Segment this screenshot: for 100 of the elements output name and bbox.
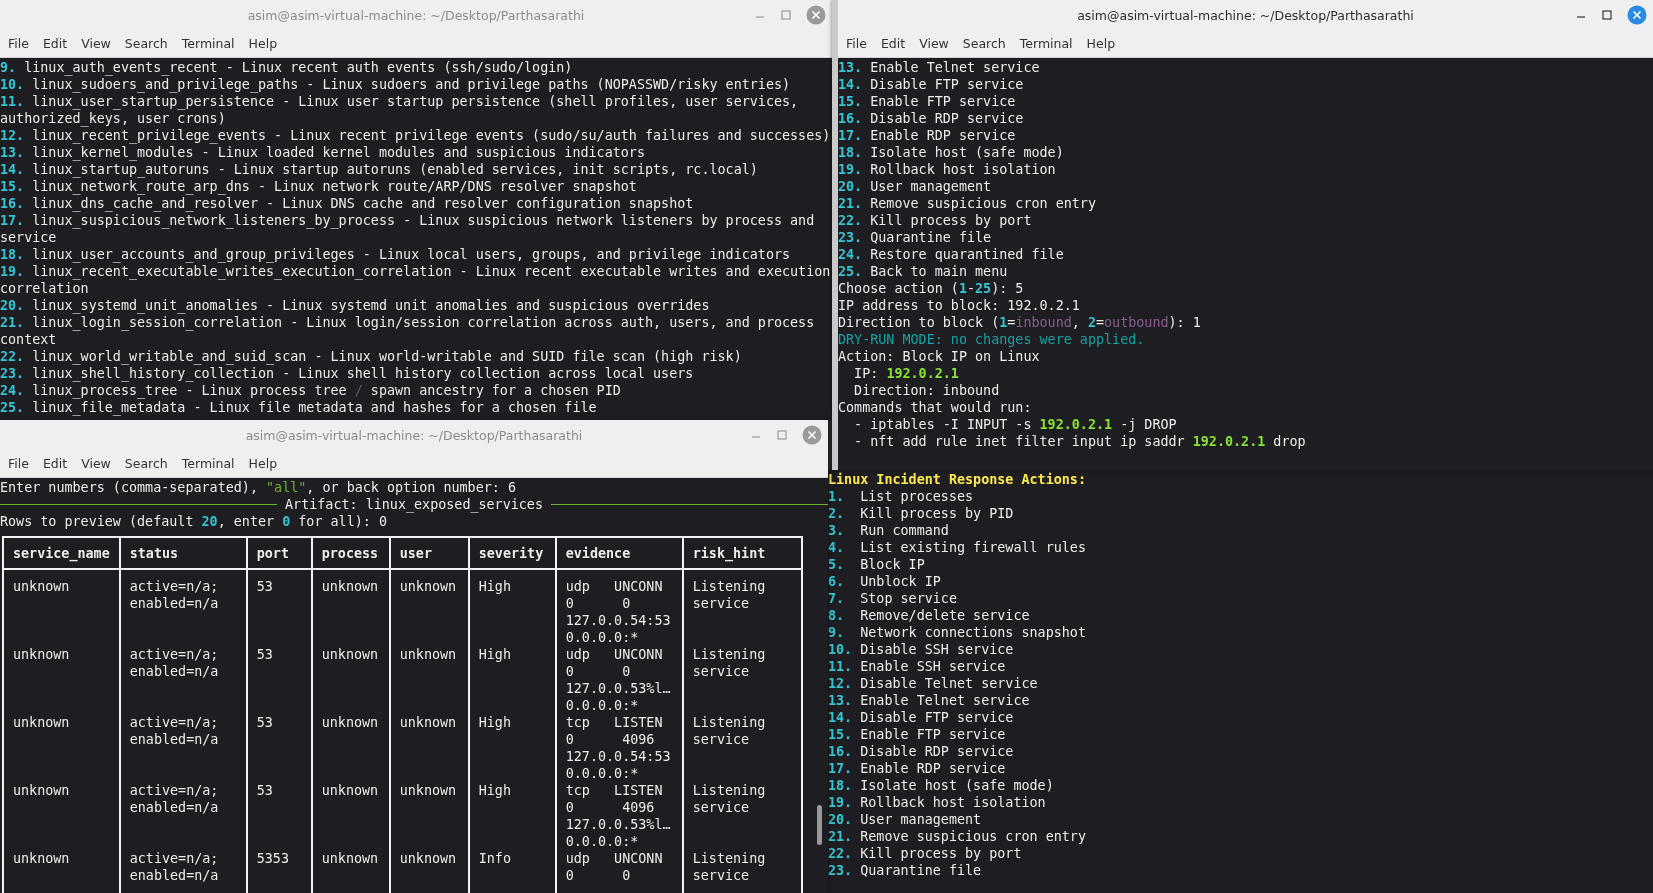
terminal-line: 2. Kill process by PID <box>828 505 1015 522</box>
terminal-line: 15. Enable FTP service <box>838 93 1017 110</box>
terminal-line: 8. Remove/delete service <box>828 607 1031 624</box>
terminal-line: 19. Rollback host isolation <box>828 794 1047 811</box>
terminal-line: 21. linux_login_session_correlation - Linux login/session correlation across auth, users, and process <box>0 314 816 331</box>
close-button[interactable] <box>806 5 826 25</box>
terminal-line: 23. linux_shell_history_collection - Linux shell history collection across local users <box>0 365 695 382</box>
column-header: process <box>311 537 390 569</box>
menu-item[interactable]: Help <box>242 34 284 53</box>
terminal-line: 13. linux_kernel_modules - Linux loaded kernel modules and suspicious indicators <box>0 144 646 161</box>
terminal-line: 13. Enable Telnet service <box>828 692 1031 709</box>
terminal-line: 20. User management <box>838 178 993 195</box>
table-cell: 5353 <box>246 850 312 893</box>
close-button[interactable] <box>802 425 822 445</box>
terminal-line: Commands that would run: <box>838 399 1033 416</box>
table-cell: High <box>468 714 556 782</box>
terminal-line: 11. linux_user_startup_persistence - Linux user startup persistence (shell profiles, user services, <box>0 93 800 110</box>
menu-item[interactable]: Help <box>242 454 284 473</box>
terminal-line: 7. Stop service <box>828 590 958 607</box>
table-cell: 53 <box>246 714 312 782</box>
terminal-line: - iptables -I INPUT -s 192.0.2.1 -j DROP <box>853 416 1178 433</box>
table-cell: 53 <box>246 646 312 714</box>
table-cell: unknown <box>389 850 469 893</box>
table-cell: High <box>468 569 556 646</box>
terminal-line: 17. Enable RDP service <box>838 127 1017 144</box>
menu-item[interactable]: Search <box>118 34 174 53</box>
menu-item[interactable]: File <box>2 454 35 473</box>
terminal-line: 21. Remove suspicious cron entry <box>838 195 1097 212</box>
table-cell: High <box>468 646 556 714</box>
maximize-button[interactable] <box>1601 9 1613 21</box>
terminal-line: 24. linux_process_tree - Linux process tree / spawn ancestry for a chosen PID <box>0 382 622 399</box>
terminal-line: Action: Block IP on Linux <box>838 348 1041 365</box>
terminal-line: 5. Block IP <box>828 556 926 573</box>
terminal-line: 12. linux_recent_privilege_events - Linux recent privilege events (sudo/su/auth failures and successes) <box>0 127 832 144</box>
terminal-line: 16. linux_dns_cache_and_resolver - Linux DNS cache and resolver configuration snapshot <box>0 195 695 212</box>
terminal-line: authorized_keys, user crons) <box>0 110 227 127</box>
close-button[interactable] <box>1627 5 1647 25</box>
table-cell: Listening service <box>682 569 802 646</box>
column-header: service_name <box>3 537 120 569</box>
table-cell: unknown <box>311 569 390 646</box>
table-cell: unknown <box>3 646 120 714</box>
terminal-line: DRY-RUN MODE: no changes were applied. <box>838 331 1146 348</box>
terminal-line: 15. linux_network_route_arp_dns - Linux network route/ARP/DNS resolver snapshot <box>0 178 638 195</box>
menu-item[interactable]: File <box>2 34 35 53</box>
terminal-line: 11. Enable SSH service <box>828 658 1007 675</box>
terminal-line: 19. Rollback host isolation <box>838 161 1057 178</box>
table-cell: 53 <box>246 569 312 646</box>
menu-item[interactable]: Search <box>956 34 1012 53</box>
window-title: asim@asim-virtual-machine: ~/Desktop/Parthasarathi <box>1077 7 1414 23</box>
terminal-line: 16. Disable RDP service <box>828 743 1015 760</box>
menu-item[interactable]: File <box>840 34 873 53</box>
terminal-line: 18. Isolate host (safe mode) <box>828 777 1055 794</box>
table-cell: active=n/a; enabled=n/a <box>119 569 247 646</box>
terminal-line: Rows to preview (default 20, enter 0 for all): 0 <box>0 513 388 530</box>
terminal-line: 12. Disable Telnet service <box>828 675 1039 692</box>
table-cell: active=n/a; enabled=n/a <box>119 646 247 714</box>
terminal-line: 10. Disable SSH service <box>828 641 1015 658</box>
window-title: asim@asim-virtual-machine: ~/Desktop/Parthasarathi <box>245 427 583 443</box>
table-cell: Listening service <box>682 646 802 714</box>
terminal-line: 17. linux_suspicious_network_listeners_by_process - Linux suspicious network listeners by process and <box>0 212 816 229</box>
terminal-line: - nft add rule inet filter input ip saddr 192.0.2.1 drop <box>853 433 1307 450</box>
terminal-line: 9. linux_auth_events_recent - Linux recent auth events (ssh/sudo/login) <box>0 59 574 76</box>
terminal-line: 21. Remove suspicious cron entry <box>828 828 1087 845</box>
terminal-line: 9. Network connections snapshot <box>828 624 1087 641</box>
artifact-heading: Artifact: linux_exposed_services <box>285 496 543 513</box>
terminal-line: 10. linux_sudoers_and_privilege_paths - Linux sudoers and privilege paths (NOPASSWD/risky entries) <box>0 76 792 93</box>
column-header: risk_hint <box>682 537 802 569</box>
terminal-line: 14. linux_startup_autoruns - Linux startup autoruns (enabled services, init scripts, rc.local) <box>0 161 759 178</box>
menu-item[interactable]: Search <box>118 454 174 473</box>
table-cell: unknown <box>3 714 120 782</box>
terminal-line: Linux Incident Response Actions: <box>828 471 1087 488</box>
menu-item[interactable]: Edit <box>36 34 74 53</box>
column-header: port <box>246 537 312 569</box>
menu-item[interactable]: Terminal <box>175 34 241 53</box>
table-cell: unknown <box>3 850 120 893</box>
menu-item[interactable]: Terminal <box>175 454 241 473</box>
scrollbar[interactable] <box>817 805 822 845</box>
menu-item[interactable]: View <box>75 34 117 53</box>
terminal-line: 23. Quarantine file <box>828 862 983 879</box>
terminal-line: 19. linux_recent_executable_writes_execution_correlation - Linux recent executable writes and execution <box>0 263 832 280</box>
table-cell: unknown <box>311 782 390 850</box>
menu-item[interactable]: Edit <box>874 34 912 53</box>
terminal-line: 20. linux_systemd_unit_anomalies - Linux systemd unit anomalies and suspicious overrides <box>0 297 711 314</box>
table-cell: active=n/a; enabled=n/a <box>119 782 247 850</box>
table-cell: High <box>468 782 556 850</box>
terminal-line: 22. Kill process by port <box>838 212 1033 229</box>
table-cell: Info <box>468 850 556 893</box>
terminal-line: 4. List existing firewall rules <box>828 539 1087 556</box>
table-cell: unknown <box>389 782 469 850</box>
terminal-line: context <box>0 331 58 348</box>
table-cell: unknown <box>3 569 120 646</box>
column-header: status <box>119 537 247 569</box>
terminal-line: Enter numbers (comma-separated), "all", or back option number: 6 <box>0 479 517 496</box>
menu-item[interactable]: View <box>913 34 955 53</box>
menu-item[interactable]: View <box>75 454 117 473</box>
terminal-line: 6. Unblock IP <box>828 573 942 590</box>
menu-item[interactable]: Help <box>1080 34 1122 53</box>
menu-item[interactable]: Terminal <box>1013 34 1079 53</box>
menu-item[interactable]: Edit <box>36 454 74 473</box>
table-cell: unknown <box>311 646 390 714</box>
